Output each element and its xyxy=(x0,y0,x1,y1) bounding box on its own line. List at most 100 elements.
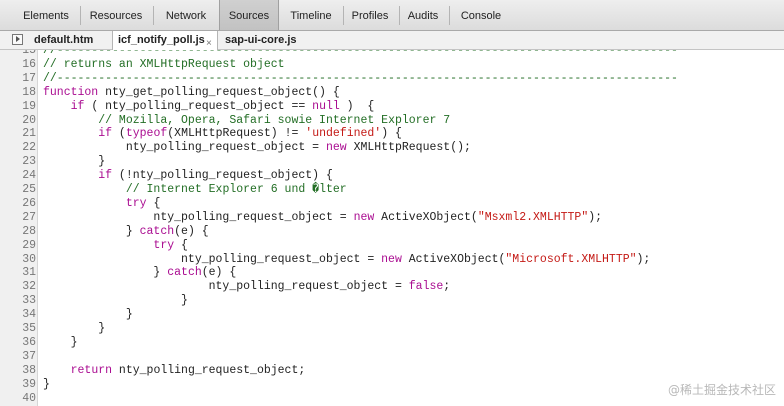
navigator-toggle-icon[interactable] xyxy=(12,34,23,45)
line-number[interactable]: 25 xyxy=(0,183,36,197)
code-token: nty_polling_request_object = xyxy=(43,141,326,155)
line-number[interactable]: 26 xyxy=(0,197,36,211)
code-token: { xyxy=(146,196,161,210)
code-token: ) { xyxy=(381,127,402,141)
line-number[interactable]: 19 xyxy=(0,100,36,114)
tab-timeline[interactable]: Timeline xyxy=(281,0,341,30)
code-line: 34 } xyxy=(0,308,784,322)
line-number[interactable]: 37 xyxy=(0,350,36,364)
code-token: ); xyxy=(588,210,603,224)
code-line: 29 try { xyxy=(0,239,784,253)
code-text: } catch(e) { xyxy=(43,266,236,280)
code-keyword: if xyxy=(98,169,113,183)
line-number[interactable]: 22 xyxy=(0,141,36,155)
line-number[interactable]: 27 xyxy=(0,211,36,225)
tab-divider xyxy=(153,6,154,25)
tab-profiles[interactable]: Profiles xyxy=(345,0,395,30)
code-token: ; xyxy=(443,280,451,294)
line-number[interactable]: 34 xyxy=(0,308,36,322)
code-text: // returns an XMLHttpRequest object xyxy=(43,58,285,72)
line-number[interactable]: 35 xyxy=(0,322,36,336)
code-line: 38 return nty_polling_request_object; xyxy=(0,364,784,378)
line-number[interactable]: 16 xyxy=(0,58,36,72)
code-text: } catch(e) { xyxy=(43,225,209,239)
code-text: nty_polling_request_object = new XMLHttp… xyxy=(43,141,471,155)
code-token: } xyxy=(43,377,50,391)
tab-audits[interactable]: Audits xyxy=(401,0,445,30)
code-keyword: new xyxy=(325,141,347,155)
tab-divider xyxy=(449,6,450,25)
tab-network[interactable]: Network xyxy=(155,0,217,30)
line-number[interactable]: 29 xyxy=(0,239,36,253)
code-text: // Mozilla, Opera, Safari sowie Internet… xyxy=(43,114,450,128)
code-token: nty_polling_request_object; xyxy=(112,363,306,377)
line-number[interactable]: 18 xyxy=(0,86,36,100)
code-line: 15 //------------------------------------… xyxy=(0,50,784,58)
code-line: 40 xyxy=(0,392,784,406)
code-text: //--------------------------------------… xyxy=(43,50,678,58)
code-token: ); xyxy=(636,252,651,266)
code-text: nty_polling_request_object = new ActiveX… xyxy=(43,211,602,225)
line-number[interactable]: 38 xyxy=(0,364,36,378)
line-number[interactable]: 28 xyxy=(0,225,36,239)
code-text: try { xyxy=(43,239,188,253)
tab-elements[interactable]: Elements xyxy=(14,0,78,30)
code-text: } xyxy=(43,336,78,350)
code-text: } xyxy=(43,294,188,308)
line-number[interactable]: 15 xyxy=(0,50,36,58)
code-token: } xyxy=(43,294,188,308)
code-line: 35 } xyxy=(0,322,784,336)
tab-divider xyxy=(80,6,81,25)
code-string: 'undefined' xyxy=(305,127,382,141)
code-text: } xyxy=(43,322,105,336)
code-token: ( nty_polling_request_object == xyxy=(84,99,313,113)
line-number[interactable]: 30 xyxy=(0,253,36,267)
code-text: } xyxy=(43,155,105,169)
code-token: } xyxy=(43,308,133,322)
line-number[interactable]: 24 xyxy=(0,169,36,183)
code-text: } xyxy=(43,378,50,392)
code-line: 24 if (!nty_polling_request_object) { xyxy=(0,169,784,183)
code-text: nty_polling_request_object = false; xyxy=(43,280,451,294)
code-text: try { xyxy=(43,196,161,211)
code-comment: //--------------------------------------… xyxy=(43,50,678,57)
line-number[interactable]: 40 xyxy=(0,392,36,406)
code-line: 19 if ( nty_polling_request_object == nu… xyxy=(0,100,784,114)
file-tab-icf-notify-poll-js[interactable]: icf_notify_poll.js × xyxy=(112,31,218,50)
code-editor[interactable]: 15 //------------------------------------… xyxy=(0,50,784,406)
tab-divider xyxy=(399,6,400,25)
code-token: } xyxy=(43,322,106,335)
devtools-panel-tabbar: Elements Resources Network Sources Timel… xyxy=(0,0,784,31)
code-token: } xyxy=(43,224,140,238)
line-number[interactable]: 33 xyxy=(0,294,36,308)
code-string: "Msxml2.XMLHTTP" xyxy=(477,210,589,224)
line-number[interactable]: 32 xyxy=(0,280,36,294)
tab-resources[interactable]: Resources xyxy=(82,0,150,30)
code-text: // Internet Explorer 6 und �lter xyxy=(43,183,347,197)
code-line: 33 } xyxy=(0,294,784,308)
line-number[interactable]: 17 xyxy=(0,72,36,86)
line-number[interactable]: 20 xyxy=(0,114,36,128)
code-comment: // Internet Explorer 6 und �lter xyxy=(125,183,347,196)
code-token: } xyxy=(43,266,168,280)
code-keyword: function xyxy=(43,85,99,99)
code-comment: // returns an XMLHttpRequest object xyxy=(43,57,285,71)
code-line: 36 } xyxy=(0,336,784,350)
watermark: @稀土掘金技术社区 xyxy=(667,383,776,397)
tab-console[interactable]: Console xyxy=(451,0,511,30)
file-tab-sap-ui-core-js[interactable]: sap-ui-core.js xyxy=(225,31,297,49)
line-number[interactable]: 39 xyxy=(0,378,36,392)
code-keyword: return xyxy=(70,363,113,377)
code-text: //--------------------------------------… xyxy=(43,72,678,86)
line-number[interactable]: 31 xyxy=(0,266,36,280)
line-number[interactable]: 21 xyxy=(0,127,36,141)
code-token: (e) { xyxy=(201,266,237,280)
file-tab-default-htm[interactable]: default.htm xyxy=(34,31,93,49)
code-token: ( xyxy=(112,127,126,141)
line-number[interactable]: 23 xyxy=(0,155,36,169)
code-keyword: if xyxy=(98,127,113,141)
tab-sources[interactable]: Sources xyxy=(219,0,279,30)
line-number[interactable]: 36 xyxy=(0,336,36,350)
